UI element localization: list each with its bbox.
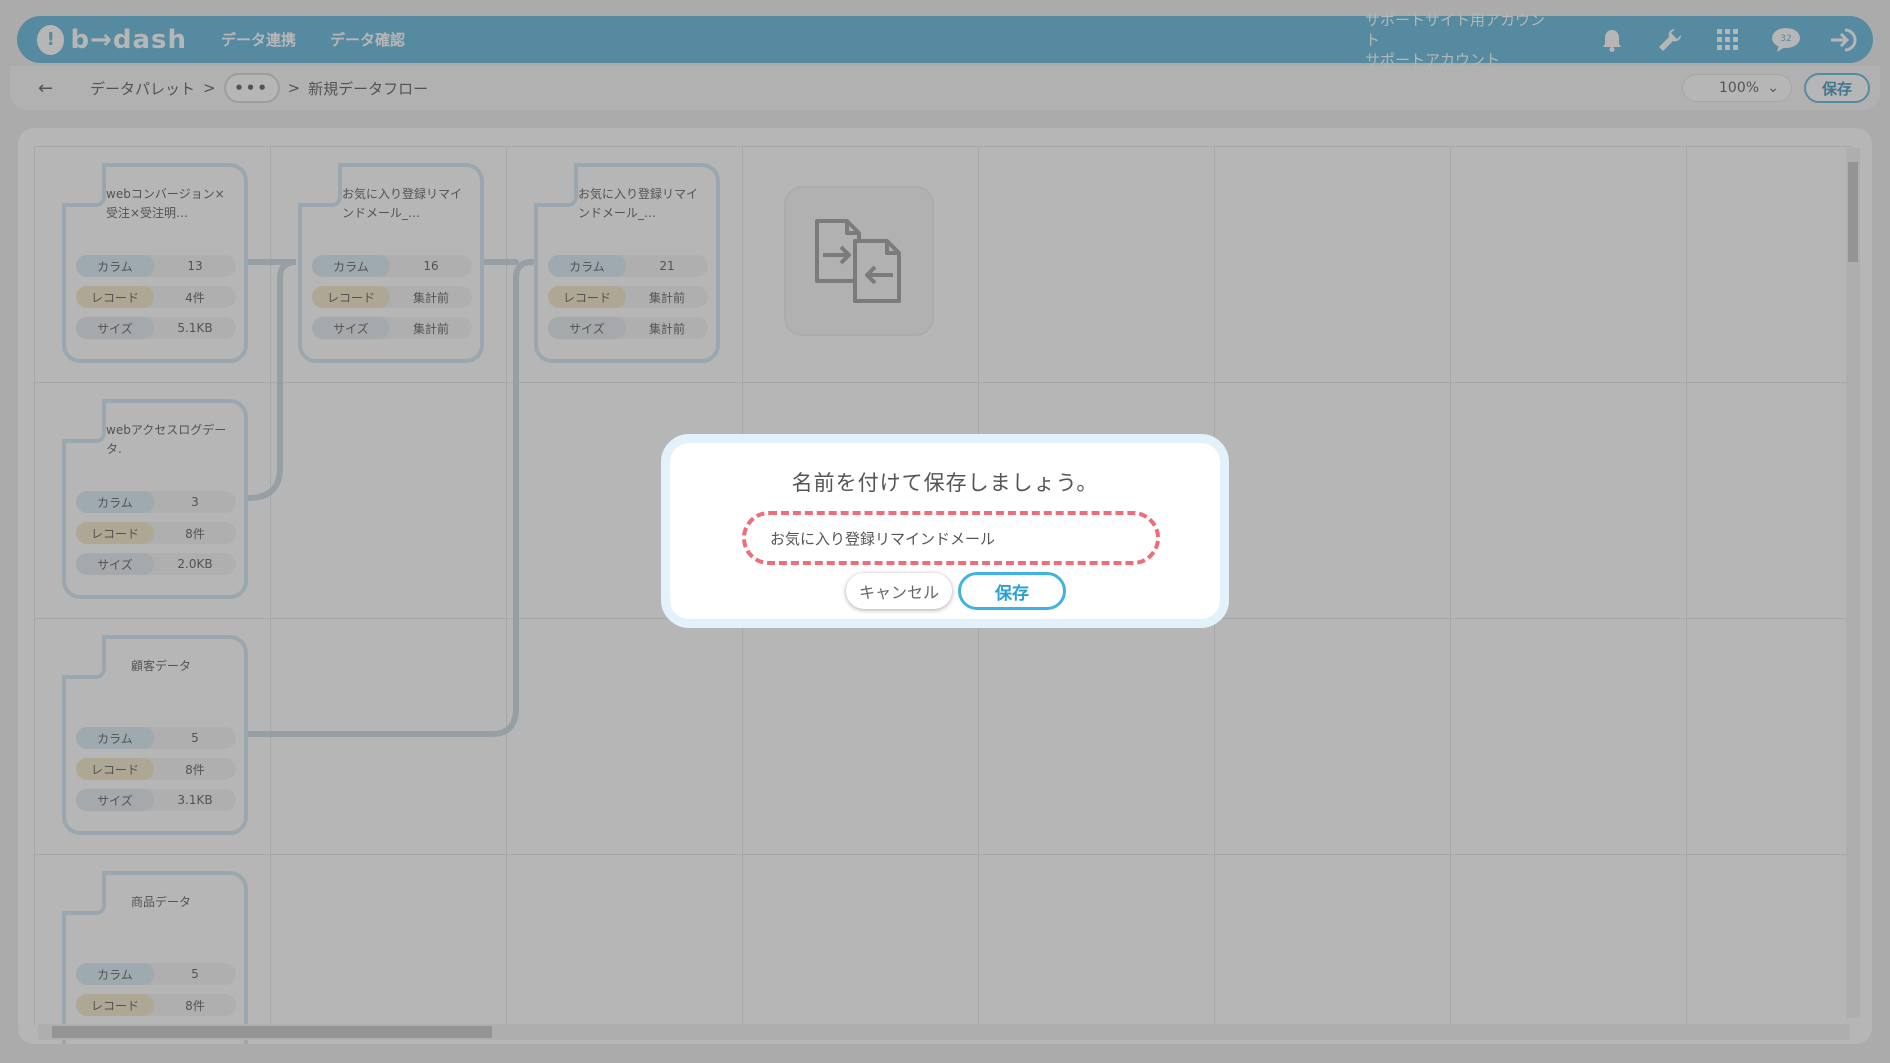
save-name-dialog: 名前を付けて保存しましょう。 キャンセル 保存: [661, 434, 1229, 628]
flow-name-input[interactable]: [742, 511, 1160, 565]
dialog-save-button[interactable]: 保存: [958, 572, 1066, 610]
dialog-title: 名前を付けて保存しましょう。: [791, 471, 1099, 495]
cancel-button[interactable]: キャンセル: [846, 573, 952, 609]
